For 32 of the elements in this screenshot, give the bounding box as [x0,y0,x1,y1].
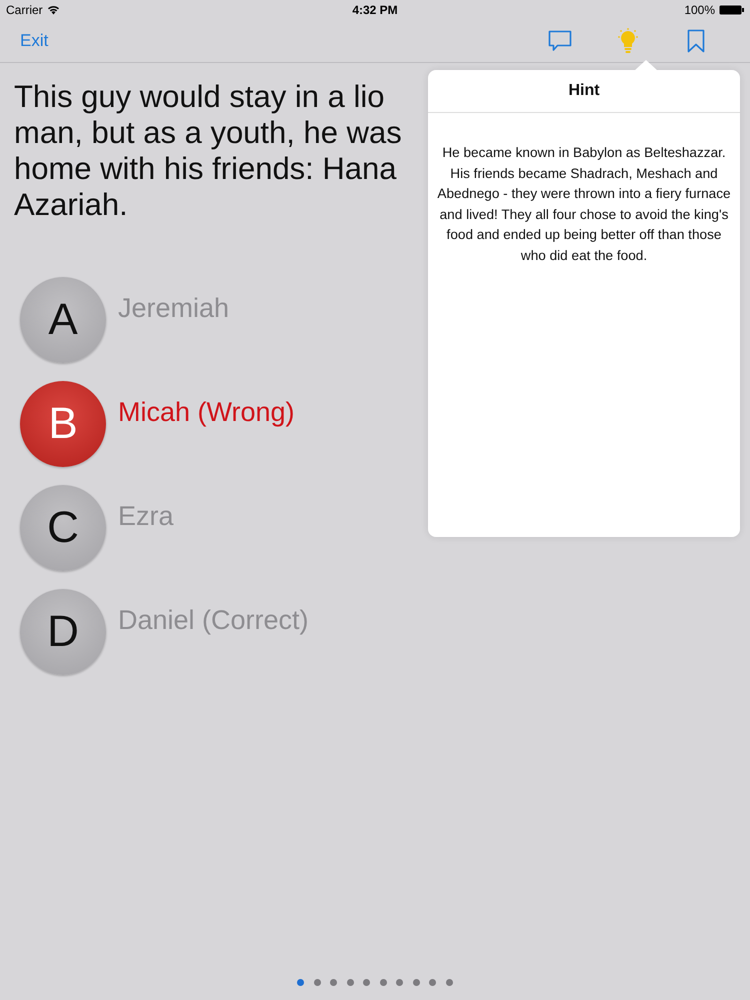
battery-percent: 100% [684,3,716,17]
page-dot[interactable] [363,979,370,986]
answer-letter-circle[interactable]: C [20,485,106,571]
page-dot[interactable] [380,979,387,986]
question-text-line: man, but as a youth, he was [14,115,402,151]
question-text-line: Azariah. [14,187,128,223]
exit-button[interactable]: Exit [20,31,48,51]
page-dot[interactable] [314,979,321,986]
speech-bubble-icon[interactable] [548,30,572,52]
page-dot[interactable] [346,979,354,986]
answer-option[interactable]: Micah (Wrong) [118,397,295,428]
bookmark-icon[interactable] [687,29,705,53]
battery-icon [719,5,744,15]
answer-option[interactable]: Ezra [118,501,174,532]
carrier-label: Carrier [6,3,43,17]
wifi-icon [46,5,60,15]
answer-letter-circle[interactable]: B [20,381,106,467]
page-dot[interactable] [429,979,436,986]
page-dot[interactable] [396,979,404,986]
question-text-line: This guy would stay in a lio [14,79,384,115]
page-dot[interactable] [297,979,304,986]
page-dot[interactable] [412,979,420,986]
popover-title: Hint [428,70,740,113]
page-dot[interactable] [330,979,338,986]
page-dot[interactable] [446,979,453,986]
answer-option[interactable]: Jeremiah [118,293,230,324]
answer-letter-circle[interactable]: D [20,589,106,675]
answer-letter-circle[interactable]: A [20,277,106,363]
answer-option[interactable]: Daniel (Correct) [118,605,309,636]
hint-text: He became known in Babylon as Belteshazzar. His friends became Shadrach, Meshach and Abednego - they were thrown into a fiery furnace and lived! They all four chose to avoid the king's food and ended up being better off than those who did eat the food. [436,144,732,264]
clock-time: 4:32 PM [352,3,398,17]
question-text-line: home with his friends: Hana [14,151,397,187]
